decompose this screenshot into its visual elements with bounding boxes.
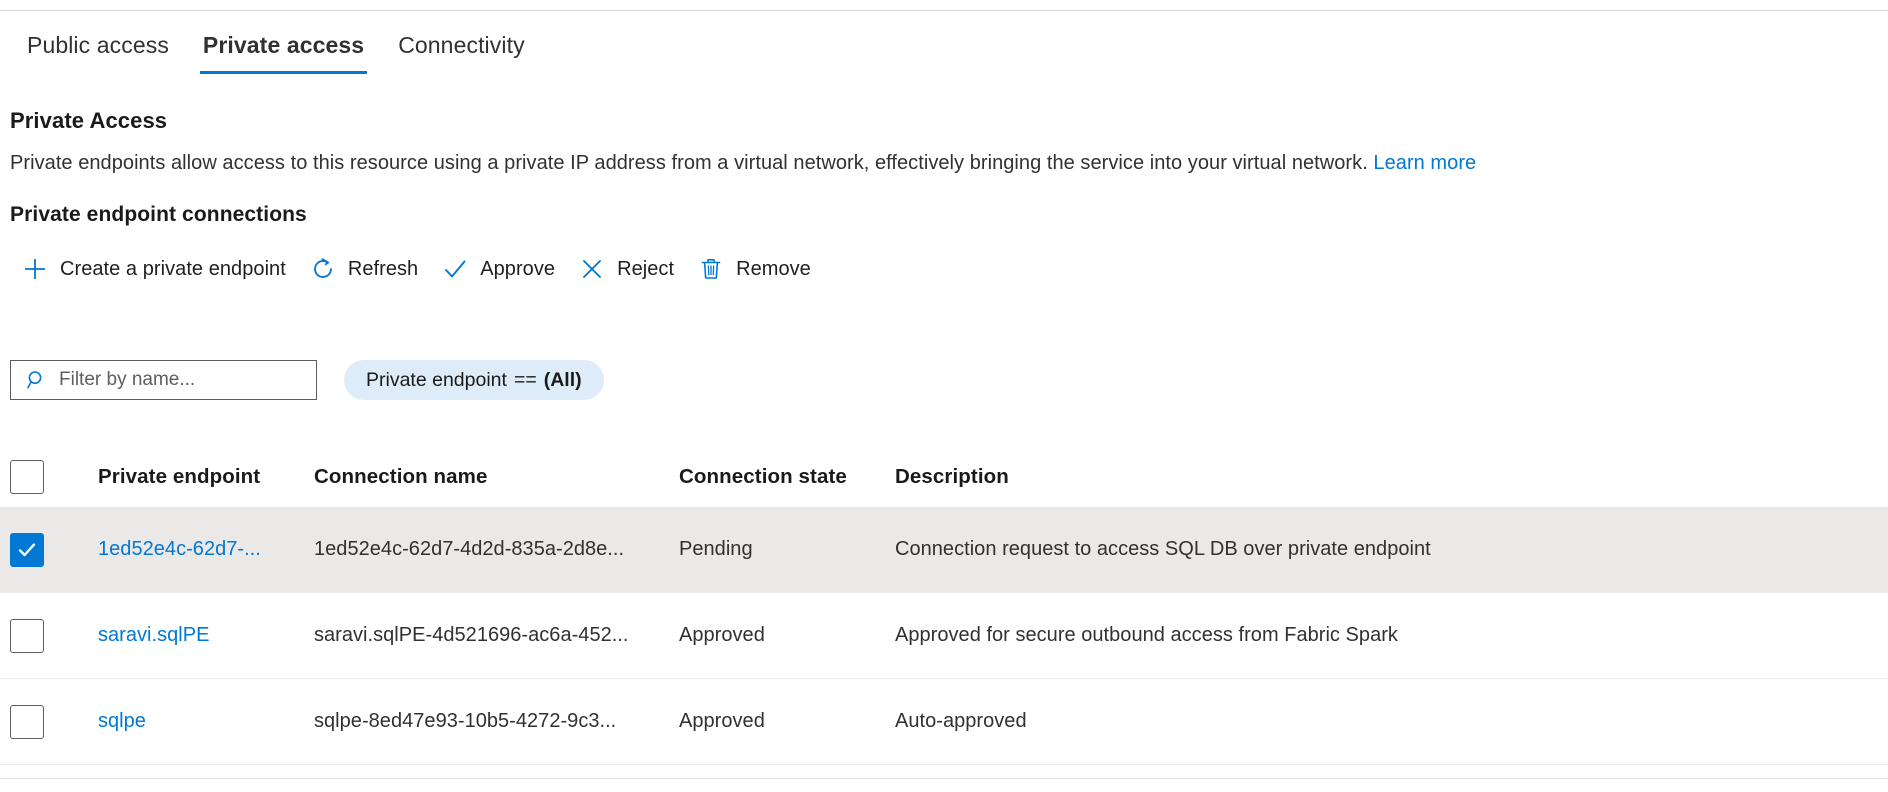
reject-button[interactable]: Reject [567, 247, 686, 291]
select-all-checkbox[interactable] [10, 460, 44, 494]
select-all-cell [10, 460, 98, 494]
search-box[interactable] [10, 360, 317, 400]
tab-bar: Public access Private access Connectivit… [0, 26, 1888, 84]
remove-label: Remove [736, 257, 811, 280]
search-input[interactable] [59, 369, 308, 391]
row-checkbox[interactable] [10, 532, 44, 567]
table-row[interactable]: saravi.sqlPE saravi.sqlPE-4d521696-ac6a-… [0, 593, 1888, 679]
cell-connection-state: Approved [679, 624, 765, 646]
cell-connection-state: Approved [679, 710, 765, 732]
cell-private-endpoint[interactable]: sqlpe [98, 710, 314, 733]
approve-button[interactable]: Approve [430, 247, 567, 291]
table-row[interactable]: sqlpe sqlpe-8ed47e93-10b5-4272-9c3... Ap… [0, 679, 1888, 765]
tab-connectivity-label: Connectivity [398, 32, 525, 58]
refresh-label: Refresh [347, 257, 419, 280]
tab-connectivity[interactable]: Connectivity [381, 26, 541, 74]
row-checkbox-cell [10, 618, 98, 653]
column-header-description[interactable]: Description [895, 465, 1888, 489]
learn-more-link[interactable]: Learn more [1373, 152, 1476, 174]
top-divider [0, 10, 1888, 11]
bottom-divider [0, 778, 1888, 779]
refresh-button[interactable]: Refresh [298, 247, 430, 291]
filter-bar: Private endpoint == (All) [10, 360, 604, 400]
private-endpoint-connections-title: Private endpoint connections [10, 203, 307, 226]
cell-description: Auto-approved [895, 710, 1027, 732]
tab-private-access[interactable]: Private access [186, 26, 381, 74]
filter-pill-private-endpoint[interactable]: Private endpoint == (All) [344, 360, 604, 400]
checkmark-icon [442, 256, 468, 282]
page-title: Private Access [10, 108, 168, 133]
remove-button[interactable]: Remove [686, 247, 823, 291]
tab-public-access-label: Public access [27, 32, 169, 58]
filter-pill-value: (All) [543, 368, 582, 391]
table-row[interactable]: 1ed52e4c-62d7-... 1ed52e4c-62d7-4d2d-835… [0, 507, 1888, 593]
column-header-connection-name[interactable]: Connection name [314, 465, 679, 489]
row-checkbox[interactable] [10, 704, 44, 739]
reject-label: Reject [617, 257, 675, 280]
refresh-icon [310, 256, 336, 282]
cell-private-endpoint[interactable]: saravi.sqlPE [98, 624, 314, 647]
tab-public-access[interactable]: Public access [10, 26, 186, 74]
command-bar: Create a private endpoint Refresh Approv… [10, 246, 823, 292]
create-a-private-endpoint-label: Create a private endpoint [60, 257, 286, 280]
filter-pill-operator: == [513, 368, 537, 391]
row-checkbox[interactable] [10, 618, 44, 653]
tab-private-access-label: Private access [202, 32, 365, 58]
column-header-connection-state[interactable]: Connection state [679, 465, 895, 489]
table-header-row: Private endpoint Connection name Connect… [0, 447, 1888, 507]
cross-icon [579, 256, 605, 282]
cell-description: Connection request to access SQL DB over… [895, 538, 1431, 560]
cell-connection-state: Pending [679, 538, 753, 560]
cell-private-endpoint[interactable]: 1ed52e4c-62d7-... [98, 538, 314, 561]
row-checkbox-cell [10, 532, 98, 567]
create-a-private-endpoint-button[interactable]: Create a private endpoint [10, 247, 298, 291]
cell-connection-name: 1ed52e4c-62d7-4d2d-835a-2d8e... [314, 538, 625, 560]
private-endpoint-connections-table: Private endpoint Connection name Connect… [0, 447, 1888, 765]
row-checkbox-cell [10, 704, 98, 739]
filter-pill-field: Private endpoint [366, 368, 507, 391]
column-header-private-endpoint[interactable]: Private endpoint [98, 465, 314, 489]
trash-icon [698, 256, 724, 282]
section-description-text: Private endpoints allow access to this r… [10, 152, 1368, 174]
section-description: Private endpoints allow access to this r… [10, 150, 1476, 177]
cell-connection-name: saravi.sqlPE-4d521696-ac6a-452... [314, 624, 629, 646]
approve-label: Approve [480, 257, 556, 280]
plus-icon [22, 256, 48, 282]
cell-connection-name: sqlpe-8ed47e93-10b5-4272-9c3... [314, 710, 617, 732]
search-icon [25, 368, 49, 392]
cell-description: Approved for secure outbound access from… [895, 624, 1398, 646]
